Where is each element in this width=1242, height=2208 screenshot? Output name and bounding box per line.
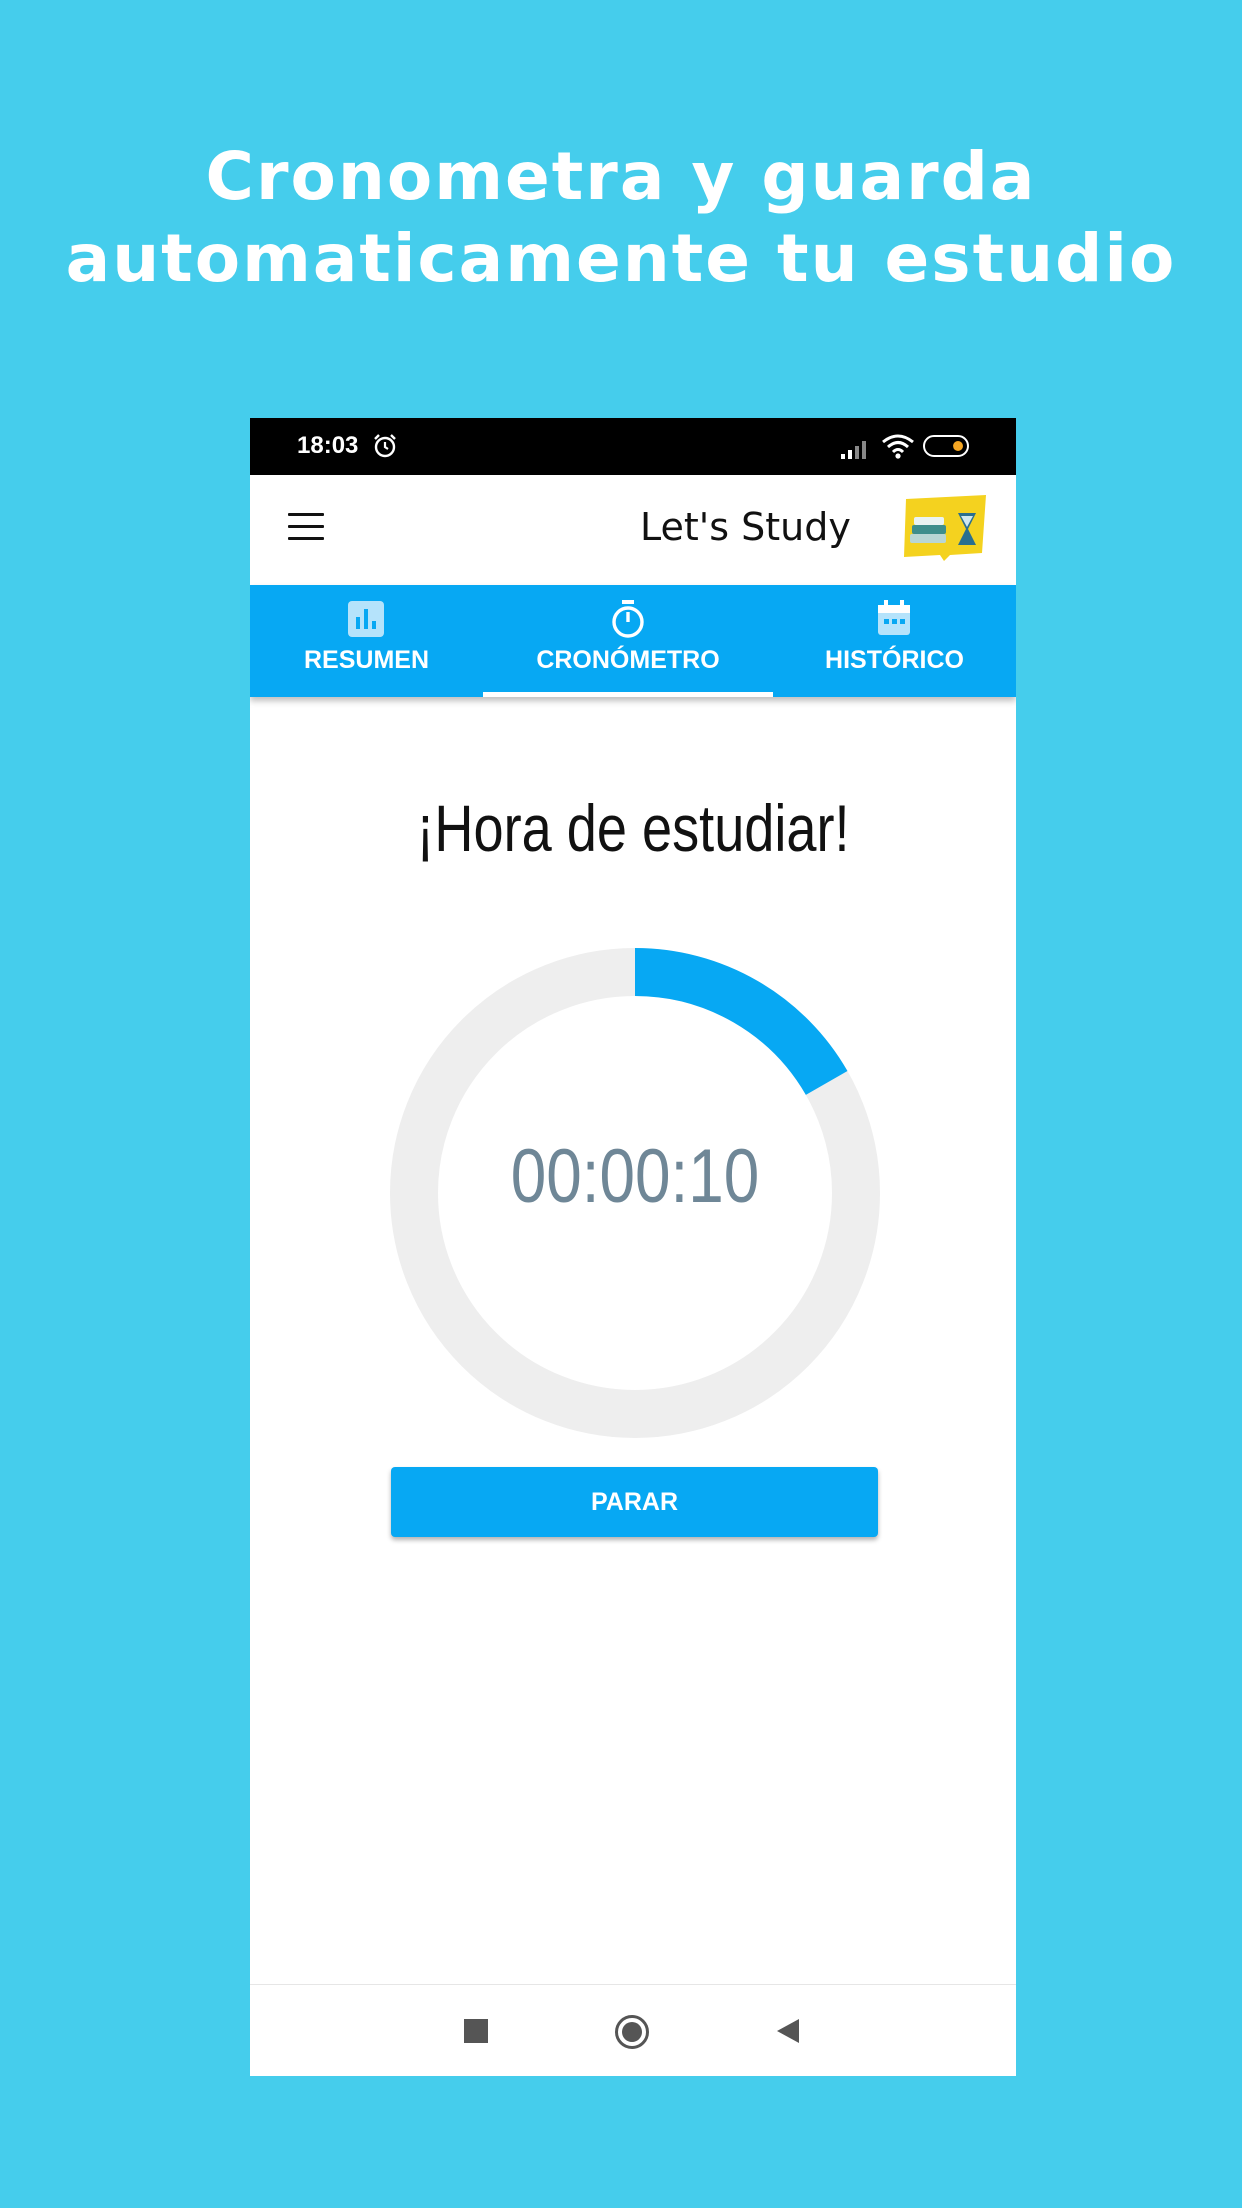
wifi-icon [882, 434, 914, 459]
home-button[interactable] [615, 2015, 649, 2049]
tab-cronometro[interactable]: CRONÓMETRO [483, 585, 773, 697]
app-title: Let's Study [640, 505, 851, 549]
promo-headline: Cronometra y guarda automaticamente tu e… [0, 136, 1242, 300]
status-time: 18:03 [297, 432, 359, 459]
app-logo [904, 495, 986, 561]
calendar-icon [878, 600, 910, 635]
app-bar: Let's Study [250, 475, 1016, 585]
elapsed-time: 00:00:10 [510, 1134, 760, 1219]
recents-button[interactable] [464, 2019, 488, 2043]
battery-level: 34 [936, 437, 954, 454]
stopwatch-icon [612, 600, 644, 638]
back-button[interactable] [777, 2019, 799, 2043]
signal-icon [841, 441, 866, 459]
status-bar: 18:03 34 [250, 418, 1016, 475]
battery-icon: 34 [923, 435, 969, 457]
tab-historico-label: HISTÓRICO [825, 646, 964, 674]
stop-button[interactable]: PARAR [391, 1467, 878, 1537]
tab-bar: RESUMEN CRONÓMETRO HISTÓRICO [250, 585, 1016, 697]
system-nav-bar [250, 1984, 1016, 2076]
tab-resumen[interactable]: RESUMEN [250, 585, 483, 697]
study-heading: ¡Hora de estudiar! [416, 791, 850, 865]
tab-historico[interactable]: HISTÓRICO [773, 585, 1016, 697]
promo-headline-line2: automaticamente tu estudio [65, 220, 1177, 297]
tab-resumen-label: RESUMEN [303, 646, 429, 674]
alarm-icon [374, 434, 396, 458]
phone-screen: 18:03 34 Let's Study RESUMEN CRONÓMETRO … [250, 418, 1016, 2076]
tab-selected-indicator [483, 692, 773, 697]
tab-cronometro-label: CRONÓMETRO [536, 646, 720, 674]
promo-headline-line1: Cronometra y guarda [205, 138, 1037, 215]
promo-screen: Cronometra y guarda automaticamente tu e… [0, 0, 1242, 2208]
menu-icon[interactable] [288, 513, 324, 543]
bar-chart-icon [348, 601, 384, 637]
